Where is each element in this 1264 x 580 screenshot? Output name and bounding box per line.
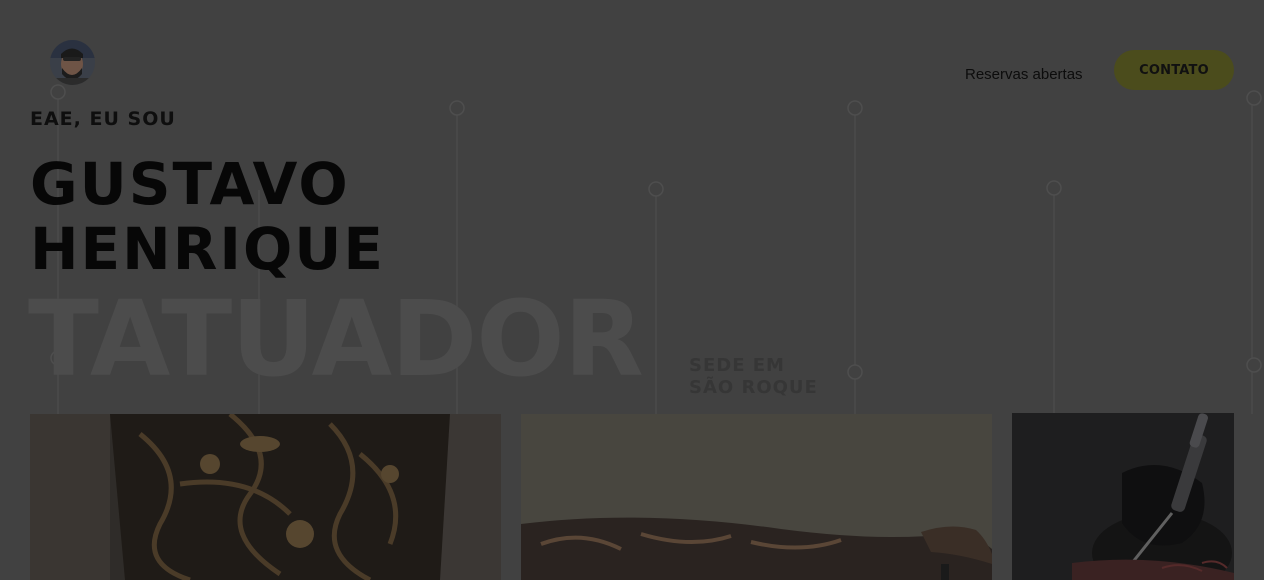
location-line-1: SEDE EM	[689, 355, 785, 376]
tattoo-sleeve-photo[interactable]	[30, 414, 501, 580]
studio-location: SEDE EM SÃO ROQUE	[689, 355, 818, 399]
avatar-icon[interactable]	[50, 40, 95, 85]
page: Reservas abertas CONTATO EAE, EU SOU GUS…	[0, 0, 1264, 580]
tattooed-arm-photo[interactable]	[521, 414, 992, 580]
artist-role: TATUADOR	[28, 278, 644, 400]
location-line-2: SÃO ROQUE	[689, 377, 818, 398]
artist-last-name: HENRIQUE	[30, 215, 385, 283]
greeting-eyebrow: EAE, EU SOU	[30, 108, 176, 130]
contact-button[interactable]: CONTATO	[1114, 50, 1234, 90]
booking-status: Reservas abertas	[965, 66, 1083, 83]
tattooing-process-photo[interactable]	[1012, 413, 1234, 580]
artist-name: GUSTAVO HENRIQUE	[30, 152, 385, 282]
artist-first-name: GUSTAVO	[30, 150, 350, 218]
